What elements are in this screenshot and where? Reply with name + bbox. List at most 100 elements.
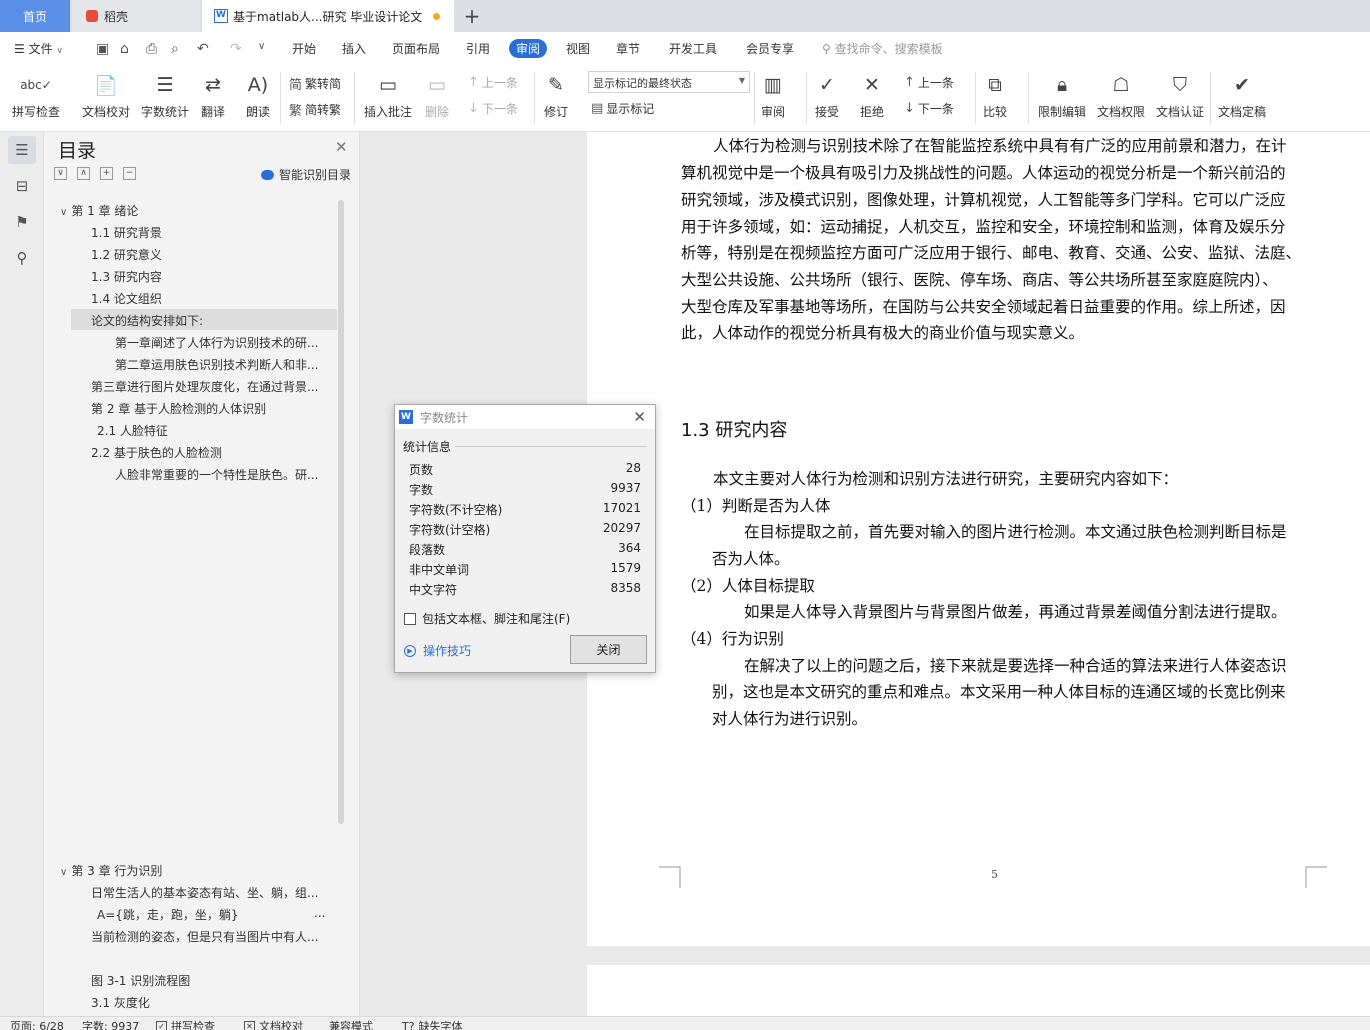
bookmark-icon[interactable]: ⚑ bbox=[8, 208, 36, 236]
close-icon[interactable]: ✕ bbox=[633, 408, 646, 426]
next-change-button[interactable]: ↓ 下一条 bbox=[904, 100, 954, 117]
outline-item[interactable]: 1.2 研究意义 bbox=[91, 246, 327, 263]
menu-start[interactable]: 开始 bbox=[292, 40, 316, 57]
save-icon[interactable]: ▣ bbox=[96, 41, 109, 57]
lock-icon: 🔒︎ bbox=[1056, 74, 1068, 96]
outline-item[interactable]: 第二章运用肤色识别技术判断人和非... bbox=[115, 356, 323, 373]
stat-label: 字数 bbox=[409, 483, 434, 497]
menu-review[interactable]: 审阅 bbox=[509, 39, 548, 58]
add-heading-icon[interactable]: + bbox=[100, 167, 113, 180]
format-painter-icon[interactable]: ⌂ bbox=[120, 41, 129, 57]
dialog-title-bar[interactable]: W 字数统计 ✕ bbox=[395, 405, 655, 429]
outline-item[interactable]: ∨ 第 1 章 绪论 bbox=[60, 202, 330, 219]
accept-button[interactable]: ✓ 接受 bbox=[814, 72, 840, 120]
print-icon[interactable]: ⎙ bbox=[146, 41, 157, 57]
finalize-button[interactable]: ✔ 文档定稿 bbox=[1218, 72, 1266, 120]
outline-item[interactable]: 人脸非常重要的一个特性是肤色。研... bbox=[115, 466, 323, 483]
outline-item[interactable]: 2.1 人脸特征 bbox=[97, 422, 327, 439]
tips-link[interactable]: ▶ 操作技巧 bbox=[404, 642, 471, 659]
status-spell-check[interactable]: ✓ 拼写检查 bbox=[156, 1018, 215, 1030]
command-search[interactable]: ⚲ 查找命令、搜索模板 bbox=[822, 40, 943, 57]
menu-view[interactable]: 视图 bbox=[566, 40, 590, 57]
page-indicator[interactable]: 页面: 6/28 bbox=[10, 1018, 64, 1030]
read-aloud-button[interactable]: A) 朗读 bbox=[245, 72, 271, 120]
insert-comment-button[interactable]: ▭ 插入批注 bbox=[364, 72, 412, 120]
spell-check-button[interactable]: abc✓ 拼写检查 bbox=[12, 72, 60, 120]
search-icon[interactable]: ⚲ bbox=[8, 244, 36, 272]
outline-item[interactable]: 1.1 研究背景 bbox=[91, 224, 327, 241]
document-page[interactable]: 人体行为检测与识别技术除了在智能监控系统中具有有广泛的应用前景和潜力，在计 算机… bbox=[587, 132, 1370, 946]
word-doc-icon: W bbox=[214, 9, 228, 23]
missing-font-button[interactable]: T? 缺失字体 bbox=[402, 1018, 463, 1030]
word-count-indicator[interactable]: 字数: 9937 bbox=[82, 1018, 139, 1030]
outline-item[interactable]: A={跳，走，跑，坐，躺} bbox=[97, 906, 297, 923]
compare-button[interactable]: ⧉ 比较 bbox=[982, 72, 1008, 120]
include-textbox-checkbox[interactable]: 包括文本框、脚注和尾注(F) bbox=[404, 610, 570, 627]
doc-auth-button[interactable]: ⛉ 文档认证 bbox=[1156, 72, 1204, 120]
section-heading: 1.3 研究内容 bbox=[681, 420, 788, 441]
restrict-editing-button[interactable]: 🔒︎ 限制编辑 bbox=[1038, 72, 1086, 120]
reject-label: 拒绝 bbox=[859, 105, 884, 119]
close-icon[interactable]: ✕ bbox=[335, 138, 348, 156]
word-count-button[interactable]: ☰ 字数统计 bbox=[141, 72, 189, 120]
expand-all-icon[interactable]: ∨ bbox=[54, 167, 67, 180]
chapter-nav-icon[interactable]: ⊟ bbox=[8, 172, 36, 200]
trad-to-simp-button[interactable]: 简繁转简 bbox=[289, 74, 341, 93]
outline-scrollbar[interactable] bbox=[338, 200, 344, 824]
print-preview-icon[interactable]: ⌕ bbox=[171, 41, 179, 57]
translate-button[interactable]: ⇄ 翻译 bbox=[200, 72, 226, 120]
outline-item[interactable]: 第三章进行图片处理灰度化，在通过背景... bbox=[91, 378, 323, 395]
menu-page-layout[interactable]: 页面布局 bbox=[392, 40, 440, 57]
review-pane-button[interactable]: ▥ 审阅 bbox=[760, 72, 786, 120]
simp-to-trad-button[interactable]: 繁简转繁 bbox=[289, 100, 341, 119]
outline-icon[interactable]: ☰ bbox=[8, 136, 36, 164]
prev-change-button[interactable]: ↑ 上一条 bbox=[904, 74, 954, 91]
track-changes-button[interactable]: ✎ 修订 bbox=[543, 72, 569, 120]
outline-item[interactable]: ∨ 第 3 章 行为识别 bbox=[60, 862, 330, 879]
outline-item[interactable]: 第 2 章 基于人脸检测的人体识别 bbox=[91, 400, 327, 417]
ribbon-divider bbox=[1210, 72, 1211, 124]
left-rail: ☰ ⊟ ⚑ ⚲ bbox=[0, 132, 44, 1016]
reject-button[interactable]: ✕ 拒绝 bbox=[859, 72, 885, 120]
document-page-next[interactable] bbox=[587, 965, 1370, 1016]
menu-insert[interactable]: 插入 bbox=[342, 40, 366, 57]
outline-item[interactable]: 1.4 论文组织 bbox=[91, 290, 327, 307]
simp-to-trad-label: 简转繁 bbox=[305, 103, 342, 117]
outline-item[interactable]: 1.3 研究内容 bbox=[91, 268, 327, 285]
prev-comment-button[interactable]: ↑ 上一条 bbox=[468, 74, 518, 91]
tab-document[interactable]: W 基于matlab人...研究 毕业设计论文 bbox=[202, 0, 454, 32]
outline-item[interactable]: 图 3-1 识别流程图 bbox=[91, 972, 327, 989]
outline-item-selected[interactable]: 论文的结构安排如下: bbox=[71, 309, 337, 330]
menu-member[interactable]: 会员专享 bbox=[746, 40, 794, 57]
remove-heading-icon[interactable]: − bbox=[123, 167, 136, 180]
doc-proof-button[interactable]: 📄 文档校对 bbox=[82, 72, 130, 120]
close-button[interactable]: 关闭 bbox=[570, 635, 647, 664]
outline-item[interactable]: 3.1 灰度化 bbox=[91, 994, 327, 1011]
translate-icon: ⇄ bbox=[205, 74, 221, 96]
file-menu[interactable]: ☰ 文件 ∨ bbox=[14, 40, 63, 57]
collapse-all-icon[interactable]: ∧ bbox=[77, 167, 90, 180]
menu-chapter[interactable]: 章节 bbox=[616, 40, 640, 57]
markup-state-select[interactable]: 显示标记的最终状态 ▼ bbox=[588, 71, 750, 93]
outline-item[interactable]: 当前检测的姿态，但是只有当图片中有人... bbox=[91, 928, 323, 945]
outline-item[interactable]: ... bbox=[314, 906, 334, 920]
smart-toc-button[interactable]: 智能识别目录 bbox=[261, 166, 351, 183]
redo-icon[interactable]: ↷ bbox=[230, 41, 242, 57]
delete-comment-button[interactable]: ▭ 删除 bbox=[424, 72, 450, 120]
tab-daoke[interactable]: 稻壳 bbox=[72, 0, 200, 32]
outline-item[interactable]: 2.2 基于肤色的人脸检测 bbox=[91, 444, 327, 461]
outline-item[interactable]: 第一章阐述了人体行为识别技术的研... bbox=[115, 334, 323, 351]
new-tab-button[interactable]: + bbox=[460, 0, 484, 32]
next-comment-button[interactable]: ↓ 下一条 bbox=[468, 100, 518, 117]
outline-item[interactable]: 日常生活人的基本姿态有站、坐、躺，组... bbox=[91, 884, 323, 901]
doc-permission-button[interactable]: ☖ 文档权限 bbox=[1097, 72, 1145, 120]
undo-icon[interactable]: ↶ bbox=[197, 41, 209, 57]
menu-developer[interactable]: 开发工具 bbox=[669, 40, 717, 57]
dropdown-arrow-icon: ▼ bbox=[738, 76, 745, 85]
menu-references[interactable]: 引用 bbox=[466, 40, 490, 57]
tab-home[interactable]: 首页 bbox=[0, 0, 70, 32]
quick-access-more-icon[interactable]: ∨ bbox=[258, 41, 265, 52]
show-markup-button[interactable]: ▤ 显示标记 bbox=[591, 100, 654, 117]
status-doc-proof[interactable]: ✕ 文档校对 bbox=[244, 1018, 303, 1030]
stat-label: 非中文单词 bbox=[409, 563, 470, 577]
